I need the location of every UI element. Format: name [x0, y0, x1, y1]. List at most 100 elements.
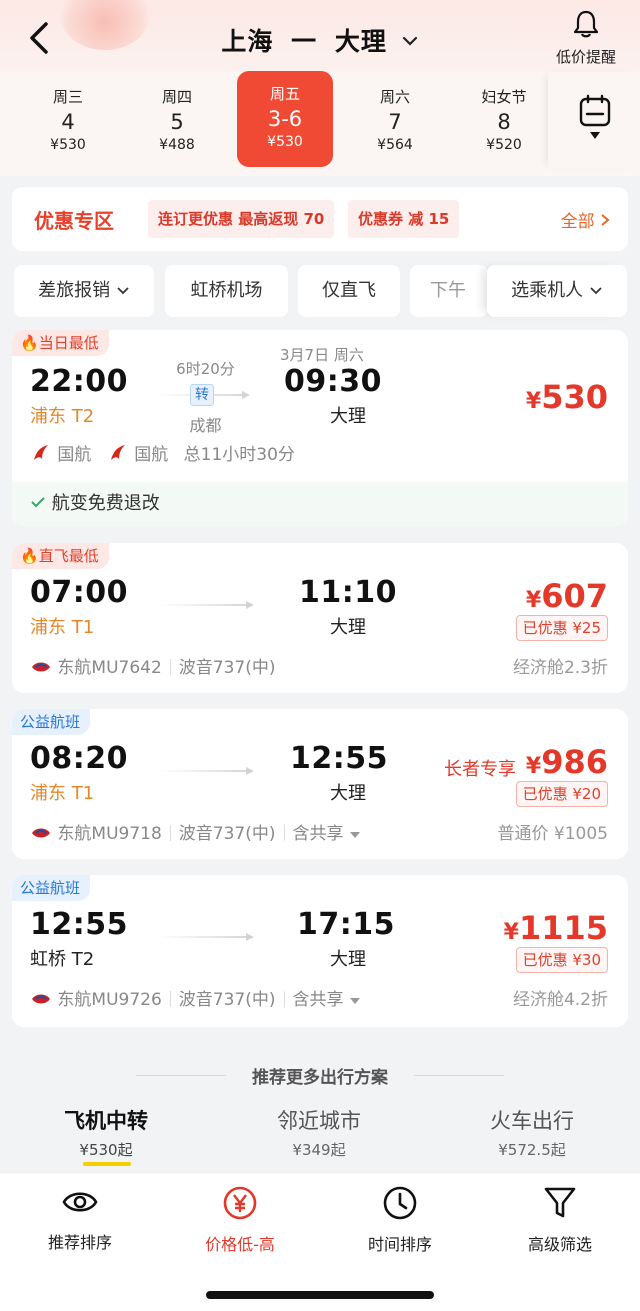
- airline-info: 东航MU9718 波音737(中) 含共享: [30, 819, 361, 844]
- refund-note-text: 航变免费退改: [51, 493, 160, 514]
- price-value: 530: [541, 378, 608, 416]
- flight-badge: 🔥当日最低: [12, 330, 109, 356]
- flight-price: ¥986: [526, 743, 608, 781]
- check-icon: [31, 497, 45, 508]
- flight-number: 东航MU7642: [57, 658, 162, 678]
- date-price: ¥530: [267, 134, 303, 150]
- filter-label: 虹桥机场: [190, 280, 263, 301]
- discount-badge: 已优惠 ¥20: [515, 781, 608, 807]
- flight-price: ¥607: [526, 577, 608, 615]
- calendar-icon: [579, 94, 611, 139]
- departure-time: 22:00: [30, 364, 128, 399]
- date-weekday: 妇女节: [481, 88, 527, 106]
- date-day: 8: [497, 110, 511, 134]
- departure-time: 12:55: [30, 907, 128, 942]
- airline-info: 东航MU9726 波音737(中) 含共享: [30, 985, 361, 1010]
- filter-chip-expense[interactable]: 差旅报销: [14, 265, 154, 317]
- aircraft-type: 波音737(中): [178, 990, 276, 1010]
- flame-icon: 🔥: [20, 547, 39, 565]
- flight-card[interactable]: 公益航班 08:20 浦东 T1 12:55 大理 长者专享 ¥986 已优惠 …: [12, 709, 628, 859]
- chevron-down-icon: [590, 287, 602, 295]
- calendar-button[interactable]: [548, 72, 640, 168]
- codeshare-toggle[interactable]: 含共享: [293, 824, 344, 844]
- sort-recommended-button[interactable]: 推荐排序: [0, 1185, 160, 1253]
- sort-price-button[interactable]: 价格低-高: [160, 1185, 320, 1255]
- price-alert-label: 低价提醒: [555, 48, 616, 66]
- option-price: ¥572.5起: [498, 1141, 566, 1159]
- cabin-info: 经济舱2.3折: [512, 658, 608, 678]
- date-item[interactable]: 周三 4 ¥530: [18, 84, 118, 160]
- advanced-filter-button[interactable]: 高级筛选: [480, 1185, 640, 1255]
- flight-card[interactable]: 🔥直飞最低 07:00 浦东 T1 11:10 大理 ¥607 已优惠 ¥25 …: [12, 543, 628, 693]
- badge-label: 直飞最低: [38, 547, 99, 565]
- flight-number: 东航MU9726: [57, 990, 162, 1010]
- recommend-option-nearby[interactable]: 邻近城市 ¥349起: [219, 1105, 419, 1160]
- toolbar-label: 推荐排序: [47, 1233, 112, 1252]
- departure-airport: 浦东 T2: [30, 406, 95, 427]
- toolbar-label: 高级筛选: [527, 1235, 592, 1254]
- price-value: 607: [541, 577, 608, 615]
- filter-chip-passenger[interactable]: 选乘机人: [487, 265, 627, 317]
- flight-price: ¥530: [526, 378, 608, 416]
- filter-chip-direct[interactable]: 仅直飞: [298, 265, 400, 317]
- promo-section[interactable]: 优惠专区 连订更优惠 最高返现 70 优惠券 减 15 全部: [12, 187, 628, 251]
- divider: [283, 825, 285, 841]
- promo-tag-coupon: 优惠券 减 15: [348, 200, 460, 238]
- airline-info: 国航 国航 总11小时30分: [30, 440, 295, 465]
- divider: [169, 991, 171, 1007]
- date-weekday: 周六: [379, 88, 410, 106]
- airline-name: 国航: [57, 445, 92, 465]
- airline-name: 国航: [134, 445, 169, 465]
- option-name: 飞机中转: [64, 1109, 148, 1133]
- recommend-option-transfer[interactable]: 飞机中转 ¥530起: [6, 1105, 206, 1160]
- destination-city: 大理: [334, 27, 387, 56]
- flight-badge: 🔥直飞最低: [12, 543, 109, 569]
- date-weekday: 周四: [161, 88, 192, 106]
- caret-down-icon: [349, 832, 360, 838]
- date-day: 4: [61, 110, 75, 134]
- date-weekday: 周五: [269, 85, 300, 103]
- date-item[interactable]: 周六 7 ¥564: [345, 84, 445, 160]
- price-alert-button[interactable]: 低价提醒: [548, 8, 624, 66]
- filter-chip-hongqiao[interactable]: 虹桥机场: [165, 265, 288, 317]
- flight-card[interactable]: 公益航班 12:55 虹桥 T2 17:15 大理 ¥1115 已优惠 ¥30 …: [12, 875, 628, 1027]
- date-item[interactable]: 周四 5 ¥488: [127, 84, 227, 160]
- total-duration: 总11小时30分: [183, 445, 295, 465]
- flight-card[interactable]: 🔥当日最低 22:00 浦东 T2 6时20分 转 成都 3月7日 周六 09:…: [12, 330, 628, 526]
- home-indicator[interactable]: [206, 1291, 434, 1299]
- arrival-city: 大理: [330, 406, 366, 427]
- route-line: [160, 767, 254, 775]
- refund-note: 航变免费退改: [12, 482, 628, 526]
- flight-number: 东航MU9718: [57, 824, 162, 844]
- route-selector[interactable]: 上海 一 大理: [0, 22, 640, 58]
- date-price: ¥520: [486, 137, 522, 153]
- date-item-selected[interactable]: 周五 3-6 ¥530: [237, 71, 333, 167]
- arrival-time: 17:15: [297, 907, 395, 942]
- chevron-down-icon: [402, 36, 417, 46]
- departure-airport: 浦东 T1: [30, 617, 95, 638]
- aircraft-type: 波音737(中): [178, 658, 276, 678]
- date-day: 3-6: [267, 107, 303, 131]
- filter-chip-afternoon[interactable]: 下午: [410, 265, 488, 317]
- date-price: ¥488: [159, 137, 195, 153]
- cabin-info: 普通价 ¥1005: [497, 824, 608, 844]
- codeshare-toggle[interactable]: 含共享: [293, 990, 344, 1010]
- sort-time-button[interactable]: 时间排序: [320, 1185, 480, 1255]
- active-tab-indicator: [83, 1162, 131, 1166]
- arrival-city: 大理: [330, 783, 366, 804]
- departure-time: 08:20: [30, 741, 128, 776]
- recommend-option-train[interactable]: 火车出行 ¥572.5起: [432, 1105, 632, 1160]
- date-item[interactable]: 妇女节 8 ¥520: [454, 84, 554, 160]
- date-weekday: 周三: [52, 88, 83, 106]
- arrival-time: 11:10: [299, 575, 397, 610]
- china-eastern-logo-icon: [32, 828, 50, 838]
- caret-down-icon: [349, 998, 360, 1004]
- divider: [169, 659, 171, 675]
- price-value: 1115: [518, 909, 608, 947]
- air-china-logo-icon: [34, 445, 48, 460]
- option-price: ¥349起: [292, 1141, 346, 1159]
- toolbar-label: 时间排序: [367, 1235, 432, 1254]
- transfer-city: 成都: [189, 416, 222, 435]
- promo-all-link[interactable]: 全部: [561, 207, 610, 232]
- date-day: 7: [388, 110, 402, 134]
